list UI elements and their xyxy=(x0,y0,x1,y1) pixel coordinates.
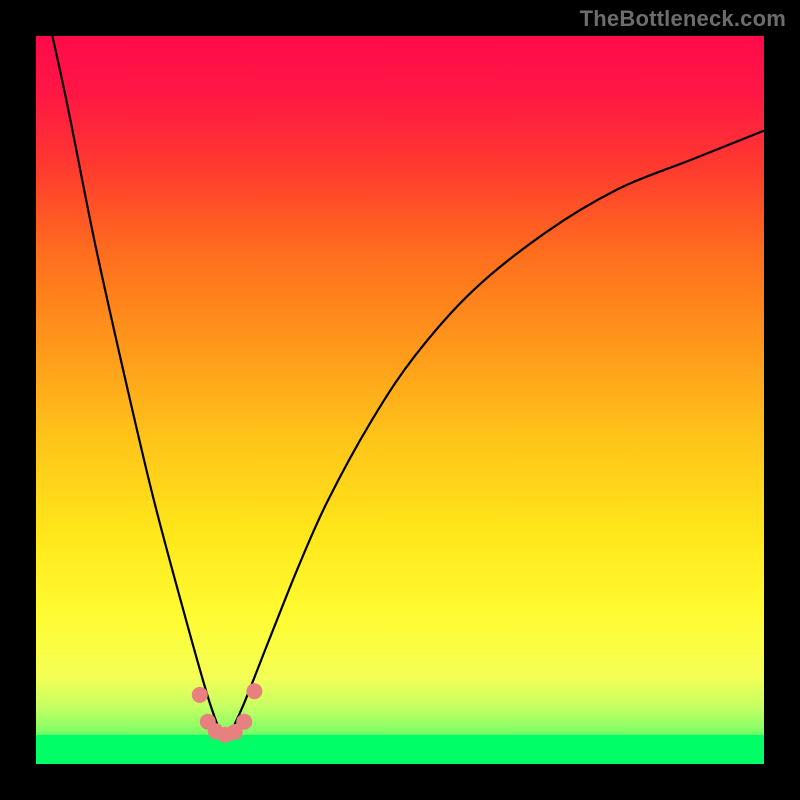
baseline-band xyxy=(36,735,764,764)
curve-marker xyxy=(236,714,252,730)
curve-marker xyxy=(192,687,208,703)
gradient-background xyxy=(36,36,764,764)
branding-watermark: TheBottleneck.com xyxy=(580,6,786,32)
chart-frame: TheBottleneck.com xyxy=(0,0,800,800)
bottleneck-chart xyxy=(0,0,800,800)
curve-marker xyxy=(246,683,262,699)
